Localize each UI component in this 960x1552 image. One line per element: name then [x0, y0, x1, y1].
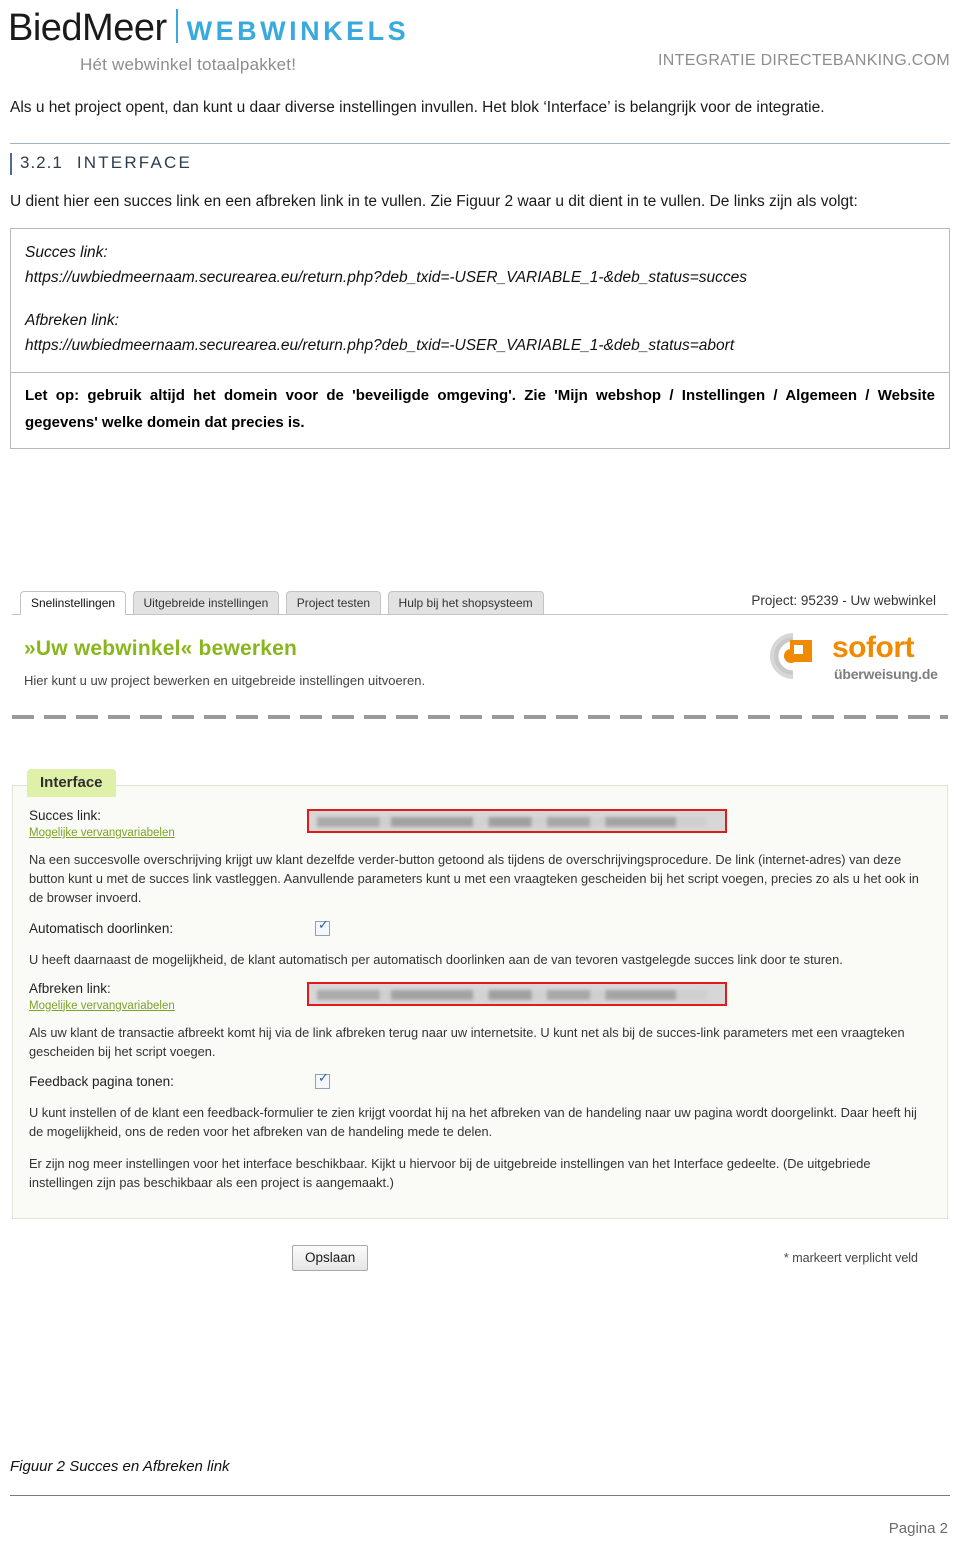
logo-secondary-text: WEBWINKELS [186, 16, 410, 46]
auto-forward-checkbox[interactable]: ✓ [315, 917, 330, 936]
section-number: 3.2.1 [20, 152, 63, 172]
tab-hulp-shopsysteem[interactable]: Hulp bij het shopsysteem [387, 591, 544, 614]
abort-vervangvariabelen-link[interactable]: Mogelijke vervangvariabelen [29, 1000, 175, 1012]
auto-forward-row: Automatisch doorlinken: ✓ [29, 917, 931, 942]
logo-tagline: Hét webwinkel totaalpakket! [80, 55, 297, 74]
heading-accent-bar [10, 152, 12, 175]
abort-link-label: Afbreken link: [25, 311, 119, 329]
sofort-subtext: überweisung.de [834, 666, 938, 682]
body-paragraph: U dient hier een succes link en een afbr… [10, 192, 858, 210]
sofort-wordmark: sofort [832, 631, 915, 664]
sofort-mark-icon [770, 633, 812, 679]
notice-text: Let op: gebruik altijd het domein voor d… [25, 387, 935, 431]
interface-fieldset: Interface Succes link: Mogelijke vervang… [12, 769, 948, 1219]
project-label: Project: 95239 - Uw webwinkel [751, 593, 936, 608]
sofort-logo: sofort überweisung.de [768, 629, 940, 691]
auto-forward-label: Automatisch doorlinken: [29, 920, 174, 936]
success-link-help-text: Na een succesvolle overschrijving krijgt… [29, 852, 919, 906]
feedback-help-text: U kunt instellen of de klant een feedbac… [29, 1105, 917, 1140]
figure-caption: Figuur 2 Succes en Afbreken link [10, 1458, 230, 1475]
screenshot-footer: Opslaan * markeert verplicht veld [12, 1237, 948, 1289]
success-vervangvariabelen-link[interactable]: Mogelijke vervangvariabelen [29, 827, 175, 839]
auto-forward-help-text: U heeft daarnaast de mogelijkheid, de kl… [29, 951, 843, 967]
abort-link-field-row: Afbreken link: Mogelijke vervangvariabel… [29, 981, 931, 1015]
logo-divider [175, 9, 178, 43]
tab-project-testen[interactable]: Project testen [285, 591, 382, 614]
abort-link-input[interactable] [307, 981, 727, 1006]
logo-primary-text: BiedMeer [8, 7, 167, 49]
tab-snelinstellingen[interactable]: Snelinstellingen [20, 591, 127, 615]
feedback-page-checkbox[interactable]: ✓ [315, 1071, 330, 1090]
interface-legend: Interface [27, 769, 116, 797]
page-header: BiedMeer WEBWINKELS Hét webwinkel totaal… [0, 0, 960, 88]
footer-rule [10, 1495, 950, 1496]
section-title: INTERFACE [76, 152, 193, 172]
tab-uitgebreide-instellingen[interactable]: Uitgebreide instellingen [132, 591, 280, 614]
success-link-label: Succes link: [25, 244, 108, 262]
page-number: Pagina 2 [888, 1520, 948, 1537]
save-button[interactable]: Opslaan [292, 1244, 369, 1271]
success-link-url: https://uwbiedmeernaam.securearea.eu/ret… [25, 268, 748, 286]
figure-screenshot: Snelinstellingen Uitgebreide instellinge… [12, 585, 948, 1289]
checkmark-icon: ✓ [318, 917, 329, 933]
dashed-separator [12, 715, 948, 719]
link-reference-box: Succes link: https://uwbiedmeernaam.secu… [10, 228, 950, 374]
abort-link-url: https://uwbiedmeernaam.securearea.eu/ret… [25, 336, 735, 354]
success-link-input-redaction [317, 817, 707, 827]
intro-paragraph: Als u het project opent, dan kunt u daar… [10, 99, 825, 116]
screenshot-tab-bar: Snelinstellingen Uitgebreide instellinge… [12, 585, 948, 615]
abort-link-input-redaction [317, 989, 707, 1000]
section-heading: 3.2.1 INTERFACE [10, 142, 950, 175]
required-field-note: * markeert verplicht veld [783, 1250, 918, 1265]
success-link-input[interactable] [307, 809, 727, 833]
notice-box: Let op: gebruik altijd het domein voor d… [10, 373, 950, 449]
document-content: Als u het project opent, dan kunt u daar… [10, 95, 950, 449]
screenshot-title-row: »Uw webwinkel« bewerken Hier kunt u uw p… [12, 615, 948, 701]
brand-logo: BiedMeer WEBWINKELS Hét webwinkel totaal… [8, 6, 409, 75]
header-right-label: INTEGRATIE DIRECTEBANKING.COM [658, 52, 950, 69]
feedback-page-label: Feedback pagina tonen: [29, 1074, 174, 1090]
abort-link-help-text: Als uw klant de transactie afbreekt komt… [29, 1024, 905, 1059]
success-link-field-row: Succes link: Mogelijke vervangvariabelen [29, 808, 931, 842]
feedback-help-text-secondary: Er zijn nog meer instellingen voor het i… [29, 1155, 871, 1190]
feedback-page-row: Feedback pagina tonen: ✓ [29, 1071, 931, 1095]
checkmark-icon: ✓ [318, 1071, 329, 1087]
